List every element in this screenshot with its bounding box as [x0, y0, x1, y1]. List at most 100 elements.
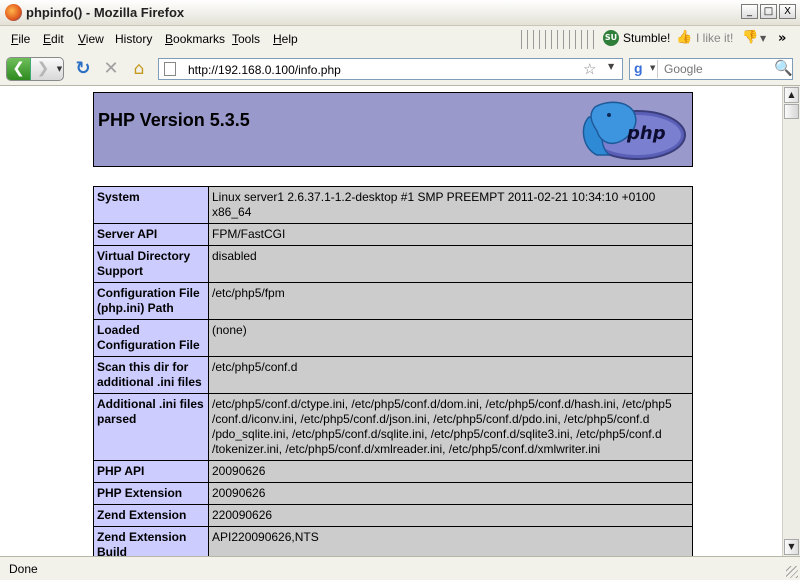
forward-button[interactable]: ❯: [32, 58, 54, 80]
google-icon: g: [634, 60, 643, 76]
url-text[interactable]: http://192.168.0.100/info.php: [188, 63, 341, 77]
toolbar-grip[interactable]: [521, 30, 597, 49]
menu-tools[interactable]: Tools: [232, 32, 260, 46]
row-key: Server API: [93, 223, 209, 246]
resize-grip[interactable]: [786, 566, 798, 578]
row-value: API220090626,NTS: [208, 526, 693, 556]
menu-bookmarks[interactable]: Bookmarks: [165, 32, 225, 46]
window-title: phpinfo() - Mozilla Firefox: [26, 5, 185, 20]
table-row: Scan this dir for additional .ini files /…: [93, 356, 693, 394]
menu-help-accesskey: H: [273, 32, 282, 46]
maximize-button[interactable]: □: [760, 4, 777, 19]
home-icon[interactable]: ⌂: [128, 58, 150, 80]
menu-file-label: ile: [18, 32, 31, 46]
chevron-down-icon: ▼: [760, 33, 767, 43]
like-label: I like it!: [696, 31, 734, 45]
php-elephant-logo: php: [582, 101, 686, 160]
search-input[interactable]: [664, 61, 774, 77]
menu-edit[interactable]: Edit: [43, 32, 64, 46]
menu-bookmarks-accesskey: B: [165, 32, 174, 46]
table-row: Zend Extension Build API220090626,NTS: [93, 526, 693, 556]
row-value: disabled: [208, 245, 693, 283]
row-value: 220090626: [208, 504, 693, 527]
row-value: /etc/php5/conf.d/ctype.ini, /etc/php5/co…: [208, 393, 693, 461]
row-value: /etc/php5/fpm: [208, 282, 693, 320]
back-button[interactable]: ❮: [7, 58, 31, 80]
reload-icon[interactable]: ↻: [72, 58, 94, 80]
menu-history[interactable]: History: [115, 32, 152, 46]
table-row: PHP Extension 20090626: [93, 482, 693, 505]
page-icon: [164, 62, 176, 76]
dislike-button[interactable]: 👎 ▼: [742, 30, 766, 46]
stumble-button[interactable]: SU Stumble!: [603, 30, 670, 46]
back-forward-group: ❮ ❯ ▼: [6, 57, 64, 81]
menu-view-label: iew: [85, 32, 104, 46]
php-logo-text: php: [626, 123, 666, 144]
table-row: Virtual Directory Support disabled: [93, 245, 693, 283]
history-dropdown-icon[interactable]: ▼: [55, 58, 64, 80]
menu-bookmarks-label: ookmarks: [173, 32, 226, 46]
php-info-table: System Linux server1 2.6.37.1-1.2-desktop…: [93, 186, 693, 556]
menu-bar: File Edit View History Bookmarks Tools H…: [0, 26, 800, 52]
table-row: PHP API 20090626: [93, 460, 693, 483]
toolbar-overflow-button[interactable]: »: [778, 31, 786, 46]
thumb-down-icon: 👎: [742, 30, 759, 45]
navigation-toolbar: ❮ ❯ ▼ ↻ ✕ ⌂ http://192.168.0.100/info.ph…: [0, 52, 800, 86]
scroll-up-button[interactable]: ▲: [784, 87, 799, 103]
menu-view-accesskey: V: [78, 32, 86, 46]
table-row: Loaded Configuration File (none): [93, 319, 693, 357]
like-button[interactable]: 👍 I like it!: [676, 30, 733, 46]
row-value: FPM/FastCGI: [208, 223, 693, 246]
row-key: PHP Extension: [93, 482, 209, 505]
row-value: Linux server1 2.6.37.1-1.2-desktop #1 SM…: [208, 186, 693, 224]
status-text: Done: [9, 562, 38, 576]
thumb-up-icon: 👍: [676, 30, 693, 45]
minimize-button[interactable]: _: [741, 4, 758, 19]
php-header: PHP Version 5.3.5 php: [93, 92, 693, 167]
stop-icon[interactable]: ✕: [100, 58, 122, 80]
bookmark-star-icon[interactable]: ☆: [583, 60, 596, 78]
search-engine-selector[interactable]: g ▼: [632, 60, 658, 78]
search-icon[interactable]: 🔍: [774, 59, 793, 77]
table-row: System Linux server1 2.6.37.1-1.2-desktop…: [93, 186, 693, 224]
row-key: Additional .ini files parsed: [93, 393, 209, 461]
row-key: Zend Extension: [93, 504, 209, 527]
stumble-label: Stumble!: [623, 31, 671, 45]
row-value: (none): [208, 319, 693, 357]
row-key: Loaded Configuration File: [93, 319, 209, 357]
table-row: Zend Extension 220090626: [93, 504, 693, 527]
status-bar: Done: [0, 556, 800, 580]
window-controls: _ □ X: [741, 4, 796, 19]
menu-edit-accesskey: E: [43, 32, 52, 46]
title-bar[interactable]: phpinfo() - Mozilla Firefox _ □ X: [0, 0, 800, 26]
page-title: PHP Version 5.3.5: [98, 110, 250, 130]
chevron-down-icon: ▼: [650, 64, 656, 72]
scroll-thumb[interactable]: [784, 104, 799, 119]
menu-edit-label: dit: [51, 32, 64, 46]
menu-file[interactable]: File: [11, 32, 30, 46]
menu-help-label: elp: [281, 32, 298, 46]
row-key: Virtual Directory Support: [93, 245, 209, 283]
page-content: PHP Version 5.3.5 php System Linux server…: [0, 86, 782, 556]
stumbleupon-icon: SU: [603, 30, 619, 46]
scroll-down-button[interactable]: ▼: [784, 539, 799, 555]
menu-tools-label: ools: [238, 32, 261, 46]
table-row: Server API FPM/FastCGI: [93, 223, 693, 246]
url-history-dropdown-icon[interactable]: ▼: [608, 62, 614, 71]
row-key: Zend Extension Build: [93, 526, 209, 556]
menu-history-label: History: [115, 32, 153, 46]
row-key: Configuration File (php.ini) Path: [93, 282, 209, 320]
table-row: Additional .ini files parsed/etc/php5/co…: [93, 393, 693, 461]
row-value: 20090626: [208, 482, 693, 505]
address-bar[interactable]: http://192.168.0.100/info.php ☆ ▼: [158, 58, 623, 80]
search-box: g ▼ 🔍: [629, 58, 793, 80]
close-button[interactable]: X: [779, 4, 796, 19]
vertical-scrollbar[interactable]: ▲ ▼: [782, 86, 800, 556]
menu-view[interactable]: View: [78, 32, 104, 46]
row-key: PHP API: [93, 460, 209, 483]
firefox-icon: [5, 4, 22, 21]
row-value: /etc/php5/conf.d: [208, 356, 693, 394]
row-key: Scan this dir for additional .ini files: [93, 356, 209, 394]
menu-help[interactable]: Help: [273, 32, 298, 46]
row-value: 20090626: [208, 460, 693, 483]
